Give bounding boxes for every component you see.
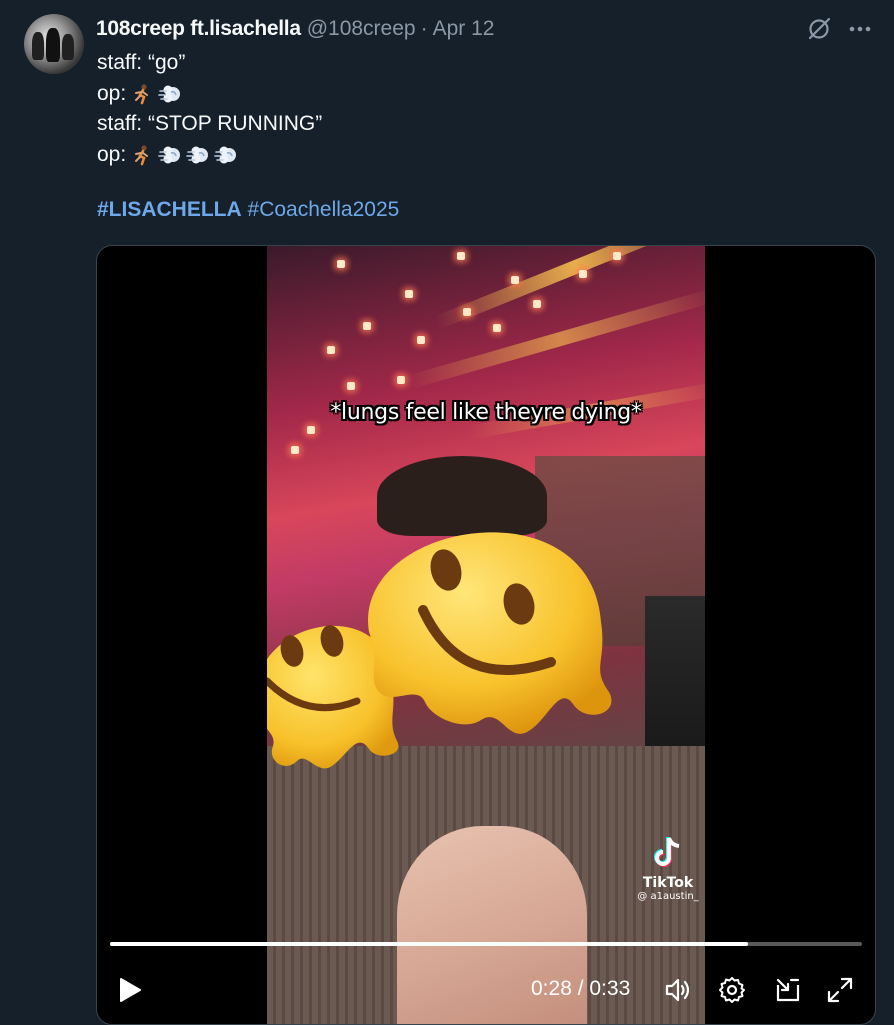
- settings-gear-icon[interactable]: [717, 975, 747, 1010]
- runner-icon: [130, 83, 154, 105]
- tweet-line-text: staff: “STOP RUNNING”: [97, 112, 323, 135]
- video-player[interactable]: *lungs feel like theyre dying* TikTok @ …: [96, 245, 876, 1025]
- dash-icon: [214, 144, 238, 166]
- fullscreen-icon[interactable]: [825, 975, 855, 1010]
- hashtag-coachella2025[interactable]: #Coachella2025: [248, 198, 400, 221]
- video-caption: *lungs feel like theyre dying*: [330, 400, 642, 425]
- melting-face-emoji-large: [351, 492, 621, 757]
- dash-icon: [186, 144, 210, 166]
- video-time: 0:28 / 0:33: [531, 977, 631, 1000]
- tiktok-logo-icon: [654, 837, 680, 867]
- user-handle[interactable]: @108creep: [307, 17, 416, 41]
- tweet-line-text: staff: “go”: [97, 51, 186, 74]
- hashtag-lisachella[interactable]: #LISACHELLA: [97, 198, 242, 221]
- play-button[interactable]: [117, 976, 143, 1009]
- tweet-actions-top: [806, 16, 872, 42]
- tweet-text: staff: “go” op: staff: “STOP RUNNING” op…: [97, 48, 322, 170]
- avatar[interactable]: [24, 14, 84, 74]
- tiktok-name: TikTok: [642, 875, 694, 891]
- video-controls: 0:28 / 0:33: [97, 968, 875, 1012]
- header-separator: ·: [420, 17, 428, 40]
- tweet-line: staff: “STOP RUNNING”: [97, 109, 322, 140]
- tweet-line: staff: “go”: [97, 48, 322, 79]
- tweet-date[interactable]: Apr 12: [433, 17, 495, 41]
- volume-icon[interactable]: [663, 975, 693, 1010]
- play-icon: [120, 978, 141, 1002]
- tiktok-watermark: TikTok @ a1austin_: [633, 836, 703, 902]
- video-progress-bar[interactable]: [110, 942, 862, 946]
- tweet-line-text: op:: [97, 81, 127, 105]
- video-progress-fill: [110, 942, 749, 946]
- tweet-line: op:: [97, 79, 322, 110]
- picture-in-picture-icon[interactable]: [773, 975, 803, 1010]
- tiktok-user: @ a1austin_: [637, 891, 699, 902]
- dash-icon: [158, 144, 182, 166]
- tweet-line-text: op:: [97, 142, 127, 166]
- runner-icon: [130, 144, 154, 166]
- tweet-line: op:: [97, 140, 322, 171]
- tweet-header: 108creep ft.lisachella @108creep · Apr 1…: [96, 16, 494, 42]
- grok-icon[interactable]: [806, 16, 832, 42]
- tweet: 108creep ft.lisachella @108creep · Apr 1…: [0, 0, 894, 1025]
- dash-icon: [158, 83, 182, 105]
- hashtags: #LISACHELLA #Coachella2025: [97, 198, 399, 222]
- video-frame[interactable]: *lungs feel like theyre dying* TikTok @ …: [267, 246, 705, 1024]
- display-name[interactable]: 108creep ft.lisachella: [96, 17, 301, 41]
- more-icon[interactable]: [848, 25, 872, 33]
